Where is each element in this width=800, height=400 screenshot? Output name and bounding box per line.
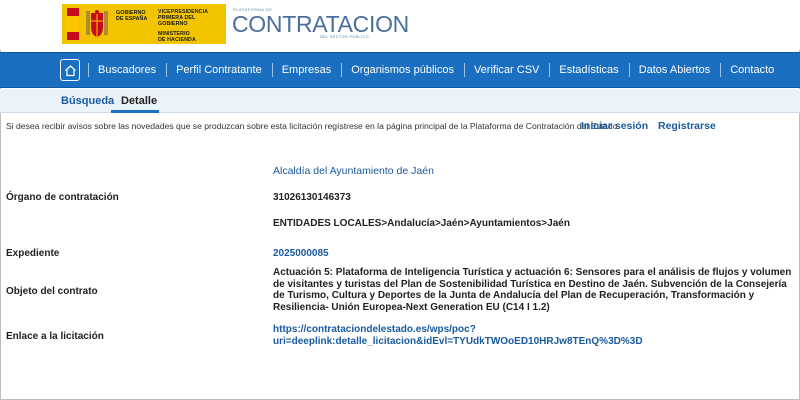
nav-item-buscadores[interactable]: Buscadores: [88, 63, 166, 77]
active-tab-indicator: [111, 110, 159, 113]
enlace-link[interactable]: https://contrataciondelestado.es/wps/poc…: [273, 324, 693, 348]
tab-detalle[interactable]: Detalle: [121, 95, 157, 107]
tab-busqueda[interactable]: Búsqueda: [61, 95, 114, 107]
enlace-line-1[interactable]: https://contrataciondelestado.es/wps/poc…: [273, 324, 476, 335]
nav-item-empresas[interactable]: Empresas: [271, 63, 342, 77]
nav-item-organismos-publicos[interactable]: Organismos públicos: [341, 63, 464, 77]
organization-name[interactable]: Alcaldía del Ayuntamiento de Jaén: [273, 165, 434, 177]
home-icon: [64, 64, 76, 76]
objeto-value: Actuación 5: Plataforma de Inteligencia …: [273, 267, 792, 313]
nav-item-perfil-contratante[interactable]: Perfil Contratante: [166, 63, 272, 77]
site-header: GOBIERNO DE ESPAÑA VICEPRESIDENCIA PRIME…: [0, 0, 800, 50]
spain-flag-icon: [67, 8, 79, 40]
government-logo: GOBIERNO DE ESPAÑA VICEPRESIDENCIA PRIME…: [62, 4, 226, 44]
register-link[interactable]: Registrarse: [658, 120, 716, 132]
organo-label: Órgano de contratación: [6, 192, 119, 203]
login-link[interactable]: Iniciar sesión: [581, 120, 648, 132]
ministry-name: VICEPRESIDENCIA PRIMERA DEL GOBIERNO MIN…: [158, 9, 209, 43]
enlace-line-2[interactable]: uri=deeplink:detalle_licitacion&idEvl=TY…: [273, 336, 643, 347]
expediente-label: Expediente: [6, 248, 60, 259]
tab-bar: Búsqueda Detalle: [0, 89, 800, 113]
government-name: GOBIERNO DE ESPAÑA: [116, 10, 148, 22]
brand-main-text: CONTRATACION: [232, 11, 409, 37]
coat-of-arms-icon: [86, 10, 108, 37]
nav-item-contacto[interactable]: Contacto: [720, 63, 784, 77]
organo-code: 31026130146373: [273, 192, 351, 203]
objeto-label: Objeto del contrato: [6, 286, 98, 297]
main-navigation: Buscadores Perfil Contratante Empresas O…: [0, 52, 800, 88]
enlace-label: Enlace a la licitación: [6, 331, 104, 342]
organo-path: ENTIDADES LOCALES>Andalucía>Jaén>Ayuntam…: [273, 218, 570, 229]
home-button[interactable]: [60, 59, 80, 81]
expediente-value[interactable]: 2025000085: [273, 248, 329, 259]
nav-item-datos-abiertos[interactable]: Datos Abiertos: [628, 63, 721, 77]
nav-item-verificar-csv[interactable]: Verificar CSV: [463, 63, 549, 77]
nav-item-estadisticas[interactable]: Estadísticas: [549, 63, 628, 77]
platform-logo[interactable]: PLATAFORMA DE CONTRATACION DEL SECTOR PÚ…: [232, 2, 409, 46]
subscription-notice: Si desea recibir avisos sobre las noveda…: [6, 121, 620, 131]
brand-sub-text: DEL SECTOR PÚBLICO: [320, 35, 369, 39]
